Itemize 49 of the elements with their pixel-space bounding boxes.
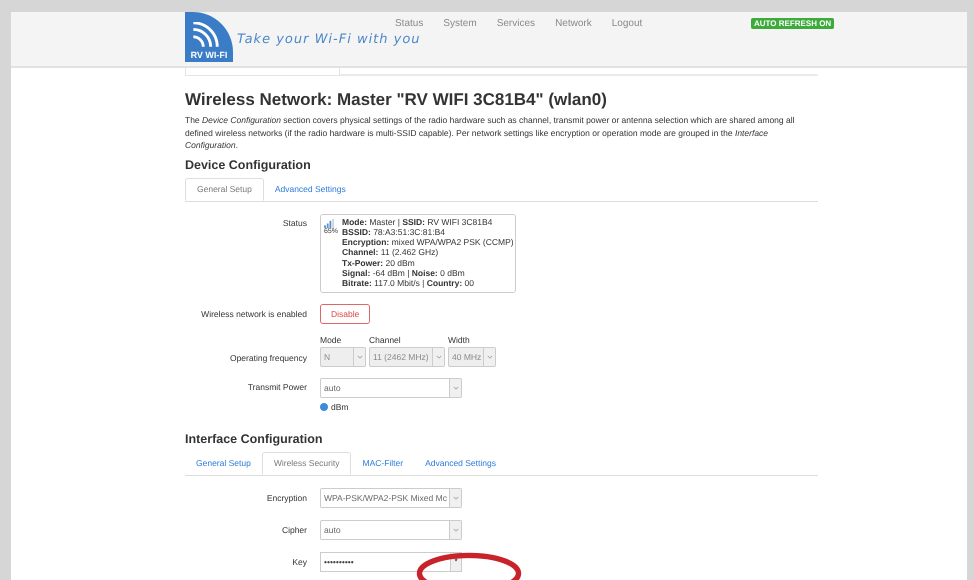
logo[interactable]: RV WI-FI [185, 12, 233, 62]
nav-link[interactable]: Services [496, 18, 536, 29]
field-label: Transmit Power [246, 380, 307, 392]
field-label: Key [291, 556, 307, 567]
tab[interactable]: Wireless Security [262, 452, 352, 475]
field-caption: Mode [320, 334, 342, 345]
status-line: Mode: Master | SSID: RV WIFI 3C81B4 [342, 216, 494, 227]
status-line: Channel: 11 (2.462 GHz) [342, 247, 440, 258]
chevron-down-icon [452, 496, 458, 500]
dropdown[interactable]: WPA-PSK/WPA2-PSK Mixed Mc [320, 488, 462, 508]
field-label: Operating frequency [228, 352, 307, 365]
field-label: Status [282, 216, 307, 228]
hint-text: dBm [331, 402, 348, 412]
chevron-down-icon [356, 354, 362, 359]
field-label: Encryption [266, 492, 307, 503]
status-line: Tx-Power: 20 dBm [342, 258, 416, 268]
nav-link[interactable]: System [443, 18, 477, 29]
status-line: Encryption: mixed WPA/WPA2 PSK (CCMP) [342, 237, 514, 248]
field-caption: Channel [369, 334, 402, 345]
chevron-down-icon [452, 528, 458, 532]
field-label: Cipher [280, 524, 307, 535]
section-heading: Interface Configuration [185, 432, 324, 446]
page-title: Wireless Network: Master "RV WIFI 3C81B4" (wlan0) [185, 90, 608, 110]
tab[interactable]: MAC-Filter [351, 452, 414, 475]
auto-refresh-badge[interactable]: AUTO REFRESH ON [751, 18, 834, 29]
signal-bars-icon [324, 218, 335, 228]
logo-text: RV WI-FI [190, 50, 228, 62]
chevron-down-icon [452, 386, 458, 390]
description-text: The Device Configuration section covers physical settings of the radio hardware such as channel, transmit power or antenna selection which are shared among all defined wireless networks (if the radio hardware is multi-SSID capable). Per network settings like encryption or operation mode are grouped in the Interface Configuration. [185, 114, 796, 152]
status-line: Bitrate: 117.0 Mbit/s | Country: 00 [342, 278, 475, 289]
status-line: BSSID: 78:A3:51:3C:81:B4 [342, 226, 446, 238]
field-label: Wireless network is enabled [200, 308, 307, 319]
dropdown[interactable]: auto [320, 520, 462, 540]
tab[interactable]: General Setup [185, 178, 264, 200]
status-line: Signal: -64 dBm | Noise: 0 dBm [342, 268, 466, 278]
disable-button[interactable]: Disable [320, 304, 370, 324]
nav-link[interactable]: Logout [612, 18, 642, 29]
tagline: Take your Wi-Fi with you [237, 32, 421, 47]
field-caption: Width [448, 334, 471, 345]
nav-link[interactable]: Network [555, 18, 592, 29]
dropdown[interactable]: auto [320, 378, 462, 398]
tab[interactable]: Advanced Settings [264, 178, 357, 200]
password-field[interactable]: •••••••••• [320, 552, 451, 572]
chevron-down-icon [486, 354, 492, 359]
tab[interactable]: General Setup [185, 452, 262, 475]
tab[interactable]: Advanced Settings [414, 452, 507, 475]
chevron-down-icon [436, 354, 442, 359]
nav-link[interactable]: Status [395, 18, 424, 29]
section-heading: Device Configuration [185, 158, 312, 172]
